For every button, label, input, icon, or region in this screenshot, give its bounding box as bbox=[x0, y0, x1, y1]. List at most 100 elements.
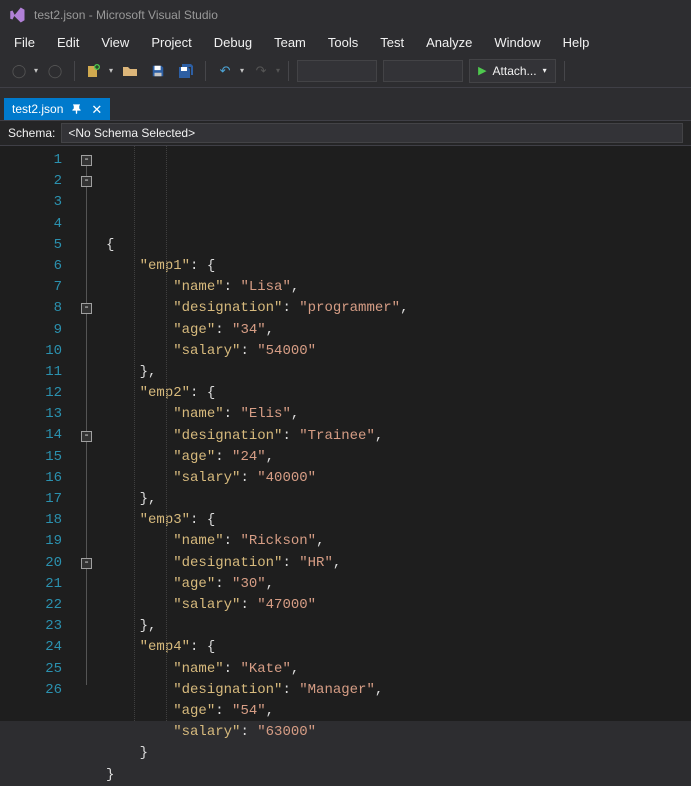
menu-item-analyze[interactable]: Analyze bbox=[416, 32, 482, 53]
chevron-down-icon[interactable]: ▾ bbox=[109, 66, 113, 75]
line-number: 1 bbox=[0, 150, 62, 171]
line-number: 3 bbox=[0, 192, 62, 213]
menu-item-tools[interactable]: Tools bbox=[318, 32, 368, 53]
code-line[interactable]: "designation": "Manager", bbox=[106, 680, 691, 701]
fold-toggle-icon[interactable]: - bbox=[81, 558, 92, 569]
menu-item-team[interactable]: Team bbox=[264, 32, 316, 53]
code-line[interactable]: "emp3": { bbox=[106, 510, 691, 531]
menu-item-view[interactable]: View bbox=[91, 32, 139, 53]
window-title: test2.json - Microsoft Visual Studio bbox=[34, 8, 218, 22]
save-icon[interactable] bbox=[147, 60, 169, 82]
code-line[interactable]: }, bbox=[106, 362, 691, 383]
menu-bar: FileEditViewProjectDebugTeamToolsTestAna… bbox=[0, 30, 691, 54]
code-line[interactable]: "salary": "40000" bbox=[106, 468, 691, 489]
schema-selected: <No Schema Selected> bbox=[68, 126, 195, 140]
line-number: 19 bbox=[0, 531, 62, 552]
platform-dropdown[interactable] bbox=[383, 60, 463, 82]
code-line[interactable]: "salary": "63000" bbox=[106, 722, 691, 743]
line-number: 18 bbox=[0, 510, 62, 531]
fold-toggle-icon[interactable]: - bbox=[81, 155, 92, 166]
line-number: 12 bbox=[0, 383, 62, 404]
line-number: 22 bbox=[0, 595, 62, 616]
pin-icon[interactable] bbox=[71, 103, 83, 115]
schema-dropdown[interactable]: <No Schema Selected> bbox=[61, 123, 683, 143]
code-line[interactable]: "name": "Rickson", bbox=[106, 531, 691, 552]
fold-toggle-icon[interactable]: - bbox=[81, 303, 92, 314]
code-line[interactable]: "age": "30", bbox=[106, 574, 691, 595]
code-line[interactable]: "salary": "54000" bbox=[106, 341, 691, 362]
code-line[interactable]: "age": "24", bbox=[106, 447, 691, 468]
code-line[interactable]: } bbox=[106, 743, 691, 764]
redo-icon[interactable]: ↷ bbox=[250, 60, 272, 82]
nav-forward-icon[interactable]: ◯ bbox=[44, 60, 66, 82]
line-number: 8 bbox=[0, 298, 62, 319]
chevron-down-icon: ▾ bbox=[543, 66, 547, 75]
fold-toggle-icon[interactable]: - bbox=[81, 176, 92, 187]
line-number: 2 bbox=[0, 171, 62, 192]
tab-test2-json[interactable]: test2.json ✕ bbox=[4, 98, 110, 120]
line-number: 24 bbox=[0, 637, 62, 658]
code-line[interactable]: "emp2": { bbox=[106, 383, 691, 404]
code-line[interactable]: { bbox=[106, 235, 691, 256]
schema-bar: Schema: <No Schema Selected> bbox=[0, 120, 691, 146]
line-number: 21 bbox=[0, 574, 62, 595]
tab-label: test2.json bbox=[12, 102, 63, 116]
code-line[interactable]: "age": "34", bbox=[106, 320, 691, 341]
menu-item-file[interactable]: File bbox=[4, 32, 45, 53]
line-number: 11 bbox=[0, 362, 62, 383]
line-number: 4 bbox=[0, 214, 62, 235]
code-line[interactable]: "age": "54", bbox=[106, 701, 691, 722]
line-number: 10 bbox=[0, 341, 62, 362]
new-file-icon[interactable] bbox=[83, 60, 105, 82]
separator bbox=[288, 61, 289, 81]
line-number: 7 bbox=[0, 277, 62, 298]
chevron-down-icon[interactable]: ▾ bbox=[276, 66, 280, 75]
code-line[interactable]: "emp1": { bbox=[106, 256, 691, 277]
close-icon[interactable]: ✕ bbox=[91, 103, 102, 116]
line-number: 17 bbox=[0, 489, 62, 510]
line-number: 14 bbox=[0, 425, 62, 446]
chevron-down-icon[interactable]: ▾ bbox=[34, 66, 38, 75]
menu-item-test[interactable]: Test bbox=[370, 32, 414, 53]
code-editor[interactable]: 1234567891011121314151617181920212223242… bbox=[0, 146, 691, 721]
code-line[interactable]: "designation": "Trainee", bbox=[106, 426, 691, 447]
menu-item-project[interactable]: Project bbox=[141, 32, 201, 53]
menu-item-window[interactable]: Window bbox=[484, 32, 550, 53]
play-icon: ▶ bbox=[478, 64, 486, 77]
menu-item-debug[interactable]: Debug bbox=[204, 32, 262, 53]
undo-icon[interactable]: ↶ bbox=[214, 60, 236, 82]
separator bbox=[74, 61, 75, 81]
vs-logo-icon bbox=[8, 6, 26, 24]
attach-button[interactable]: ▶ Attach... ▾ bbox=[469, 59, 556, 83]
code-line[interactable]: "emp4": { bbox=[106, 637, 691, 658]
menu-item-edit[interactable]: Edit bbox=[47, 32, 89, 53]
open-file-icon[interactable] bbox=[119, 60, 141, 82]
chevron-down-icon[interactable]: ▾ bbox=[240, 66, 244, 75]
menu-item-help[interactable]: Help bbox=[553, 32, 600, 53]
code-line[interactable]: "name": "Elis", bbox=[106, 404, 691, 425]
code-line[interactable]: "name": "Lisa", bbox=[106, 277, 691, 298]
code-line[interactable]: "designation": "HR", bbox=[106, 553, 691, 574]
config-dropdown[interactable] bbox=[297, 60, 377, 82]
line-number: 26 bbox=[0, 680, 62, 701]
code-line[interactable]: "name": "Kate", bbox=[106, 659, 691, 680]
save-all-icon[interactable] bbox=[175, 60, 197, 82]
separator bbox=[564, 61, 565, 81]
line-number: 15 bbox=[0, 447, 62, 468]
toolbar: ◯ ▾ ◯ ▾ ↶ ▾ ↷ ▾ ▶ Attach... ▾ bbox=[0, 54, 691, 88]
line-number: 16 bbox=[0, 468, 62, 489]
nav-back-icon[interactable]: ◯ bbox=[8, 60, 30, 82]
code-line[interactable]: } bbox=[106, 765, 691, 786]
fold-toggle-icon[interactable]: - bbox=[81, 431, 92, 442]
attach-label: Attach... bbox=[493, 64, 537, 78]
document-tab-well: test2.json ✕ bbox=[0, 94, 691, 120]
fold-gutter: - - - - - bbox=[80, 146, 100, 721]
line-number: 23 bbox=[0, 616, 62, 637]
line-number: 13 bbox=[0, 404, 62, 425]
code-area[interactable]: { "emp1": { "name": "Lisa", "designation… bbox=[100, 146, 691, 721]
code-line[interactable]: "designation": "programmer", bbox=[106, 298, 691, 319]
code-line[interactable]: }, bbox=[106, 616, 691, 637]
line-number: 6 bbox=[0, 256, 62, 277]
code-line[interactable]: }, bbox=[106, 489, 691, 510]
code-line[interactable]: "salary": "47000" bbox=[106, 595, 691, 616]
